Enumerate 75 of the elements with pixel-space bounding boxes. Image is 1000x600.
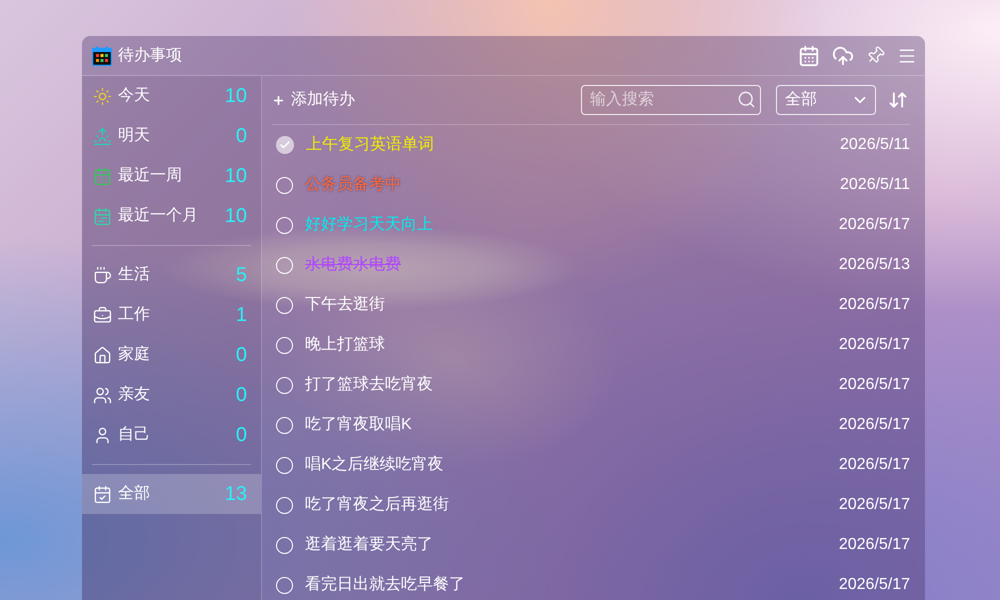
sidebar-item[interactable]: 最近一个月 10 — [82, 196, 261, 236]
item-count: 0 — [236, 385, 247, 405]
item-count: 0 — [236, 126, 247, 146]
sidebar-item[interactable]: 生活 5 — [82, 255, 261, 295]
todo-title: 打了篮球去吃宵夜 — [305, 374, 433, 395]
search-icon[interactable] — [737, 90, 756, 109]
sidebar-item[interactable]: 亲友 0 — [82, 375, 261, 415]
todo-row[interactable]: 打了篮球去吃宵夜 2026/5/17 — [272, 365, 910, 405]
item-count: 5 — [236, 265, 247, 285]
plus-icon — [272, 94, 285, 106]
todo-title: 公务员备考中 — [305, 174, 401, 195]
add-todo-button[interactable]: 添加待办 — [272, 88, 355, 112]
briefcase-icon — [93, 306, 112, 324]
sun-icon — [93, 86, 112, 106]
todo-date: 2026/5/17 — [838, 415, 910, 435]
todo-row[interactable]: 吃了宵夜之后再逛街 2026/5/17 — [272, 485, 910, 525]
todo-row[interactable]: 上午复习英语单词 2026/5/11 — [272, 125, 910, 165]
todo-date: 2026/5/17 — [838, 455, 910, 475]
filter-dropdown[interactable]: 全部 — [776, 85, 876, 115]
search-field[interactable]: 输入搜索 — [581, 85, 761, 115]
item-count: 13 — [224, 484, 247, 504]
item-count: 10 — [224, 206, 247, 226]
item-count: 0 — [236, 425, 247, 445]
todo-date: 2026/5/17 — [838, 215, 910, 235]
todo-date: 2026/5/17 — [838, 575, 910, 595]
window-title: 待办事项 — [118, 46, 182, 66]
todo-date: 2026/5/17 — [838, 535, 910, 555]
calendar-icon[interactable] — [798, 44, 820, 66]
todo-title: 好好学习天天向上 — [305, 214, 433, 235]
cup-icon — [93, 266, 112, 284]
todo-row[interactable]: 晚上打篮球 2026/5/17 — [272, 325, 910, 365]
todo-date: 2026/5/13 — [838, 255, 910, 275]
todo-date: 2026/5/17 — [838, 495, 910, 515]
item-count: 1 — [236, 305, 247, 325]
todo-title: 逛着逛着要天亮了 — [305, 534, 433, 555]
calendar-icon — [93, 166, 112, 186]
sidebar-item[interactable]: 全部 13 — [82, 474, 261, 514]
sidebar-item[interactable]: 家庭 0 — [82, 335, 261, 375]
todo-date: 2026/5/11 — [840, 175, 910, 195]
todo-row[interactable]: 唱K之后继续吃宵夜 2026/5/17 — [272, 445, 910, 485]
todo-date: 2026/5/17 — [838, 335, 910, 355]
todo-title: 吃了宵夜之后再逛街 — [305, 494, 449, 515]
people-icon — [93, 386, 112, 404]
house-icon — [93, 346, 112, 364]
item-count: 0 — [236, 345, 247, 365]
calendar-icon — [93, 206, 112, 226]
todo-title: 看完日出就去吃早餐了 — [305, 574, 465, 595]
todo-title: 唱K之后继续吃宵夜 — [305, 454, 444, 475]
item-count: 10 — [224, 86, 247, 106]
todo-title: 下午去逛街 — [305, 294, 385, 315]
sidebar-item[interactable]: 今天 10 — [82, 76, 261, 116]
sort-icon[interactable] — [888, 90, 908, 110]
calendar-check-icon — [93, 484, 112, 504]
todo-date: 2026/5/17 — [838, 375, 910, 395]
todo-title: 吃了宵夜取唱K — [305, 414, 412, 435]
todo-row[interactable]: 看完日出就去吃早餐了 2026/5/17 — [272, 565, 910, 600]
todo-row[interactable]: 吃了宵夜取唱K 2026/5/17 — [272, 405, 910, 445]
todo-title: 上午复习英语单词 — [306, 134, 434, 155]
todo-date: 2026/5/17 — [838, 295, 910, 315]
todo-title: 水电费水电费 — [305, 254, 401, 275]
todo-row[interactable]: 公务员备考中 2026/5/11 — [272, 165, 910, 205]
cloud-upload-icon[interactable] — [832, 44, 854, 66]
sidebar-item[interactable]: 自己 0 — [82, 415, 261, 455]
sidebar-item[interactable]: 最近一周 10 — [82, 156, 261, 196]
todo-row[interactable]: 水电费水电费 2026/5/13 — [272, 245, 910, 285]
todo-row[interactable]: 好好学习天天向上 2026/5/17 — [272, 205, 910, 245]
sidebar-item[interactable]: 明天 0 — [82, 116, 261, 156]
todo-row[interactable]: 下午去逛街 2026/5/17 — [272, 285, 910, 325]
item-count: 10 — [224, 166, 247, 186]
todo-row[interactable]: 逛着逛着要天亮了 2026/5/17 — [272, 525, 910, 565]
sunrise-icon — [93, 126, 112, 146]
todo-title: 晚上打篮球 — [305, 334, 385, 355]
app-logo-icon — [92, 46, 112, 66]
todo-date: 2026/5/11 — [840, 135, 910, 155]
sidebar-item[interactable]: 工作 1 — [82, 295, 261, 335]
